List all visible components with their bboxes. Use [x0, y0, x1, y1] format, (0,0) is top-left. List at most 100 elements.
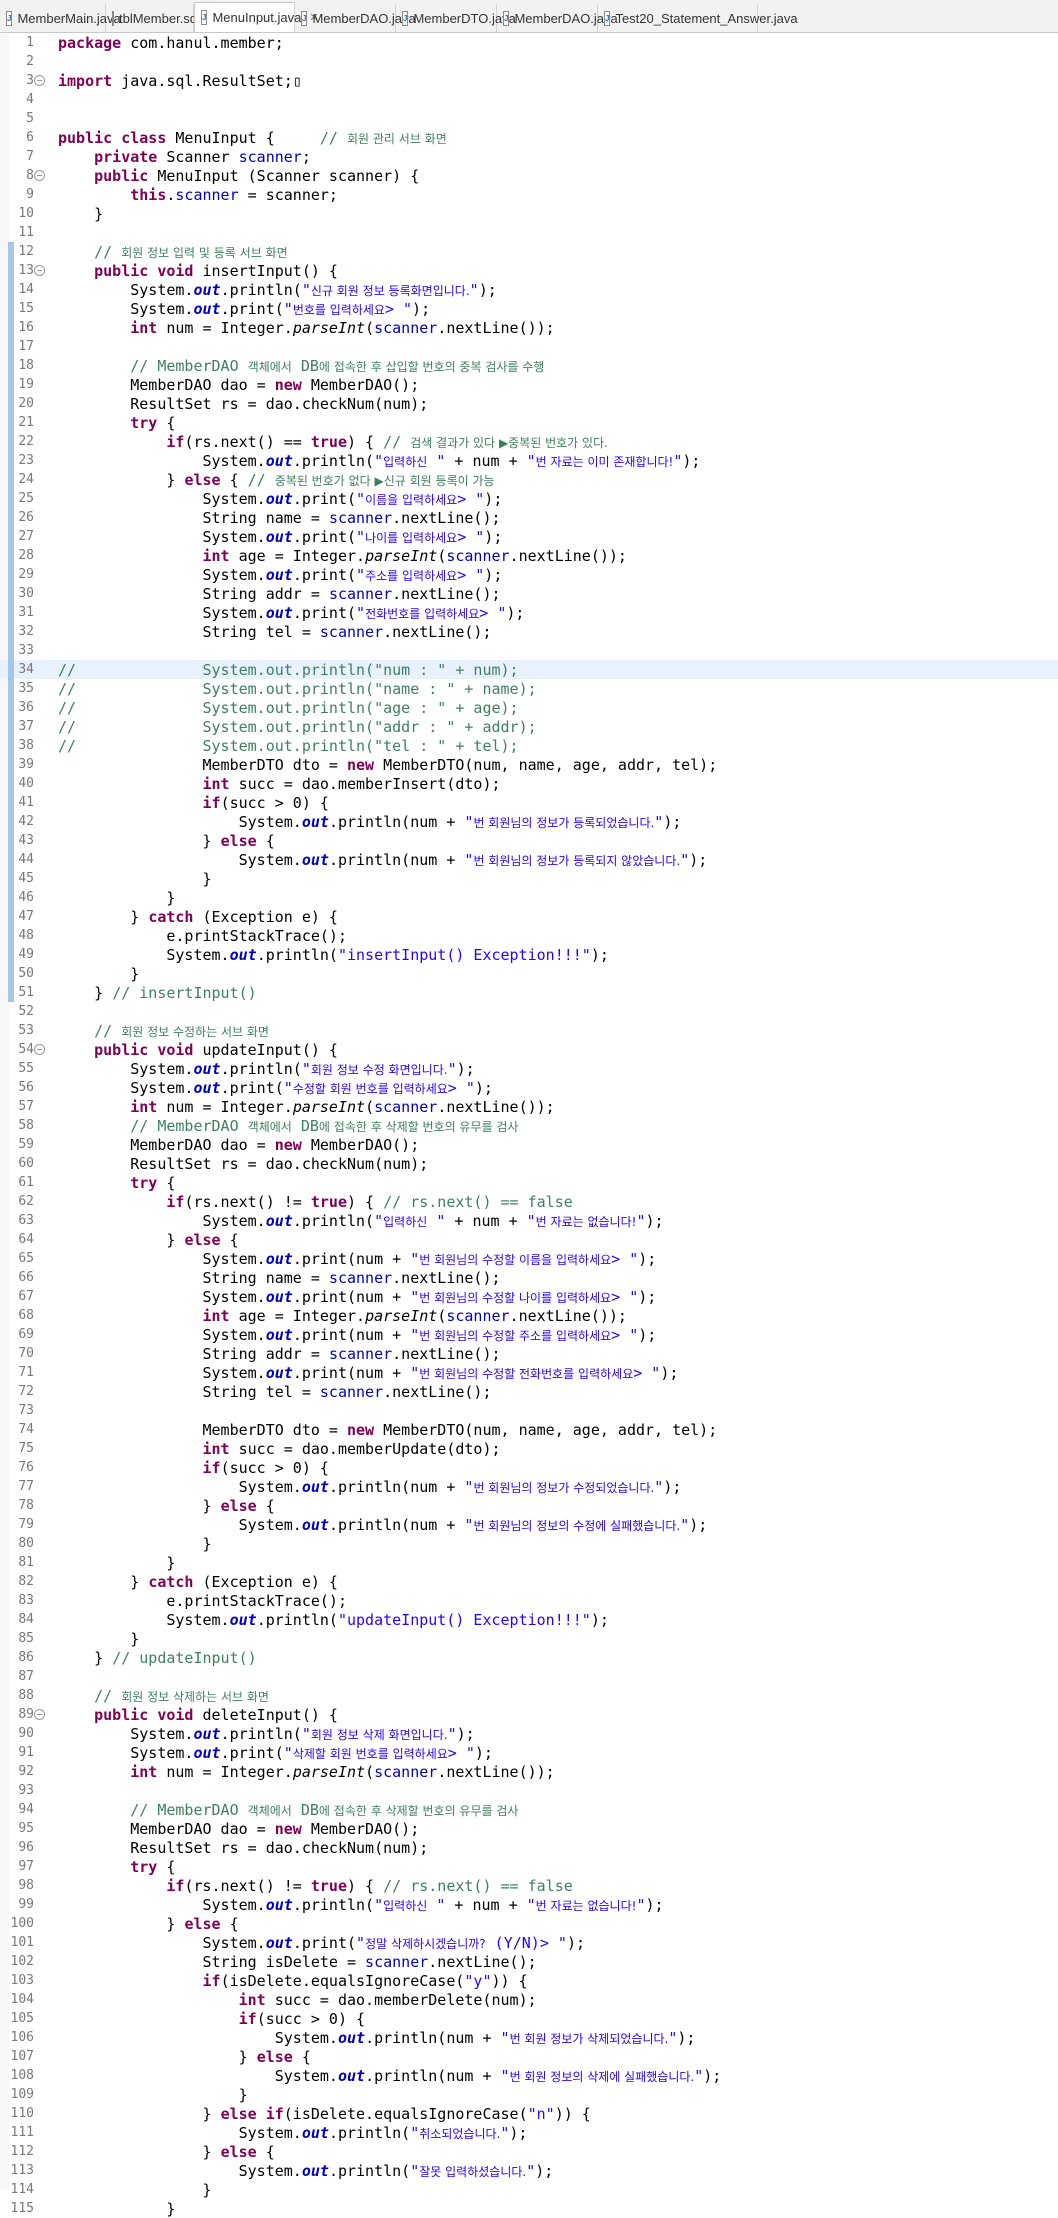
code-line[interactable]: 1 package com.hanul.member; — [0, 33, 1058, 52]
editor-tab[interactable]: J MenuInput.java ✕ — [194, 2, 319, 32]
code-line[interactable]: 69 System.out.print(num + "번 회원님의 수정할 주소… — [0, 1325, 1058, 1344]
code-line[interactable]: 81 } — [0, 1553, 1058, 1572]
code-line[interactable]: 44 System.out.println(num + "번 회원님의 정보가 … — [0, 850, 1058, 869]
code-line[interactable]: 3− import java.sql.ResultSet;▯ — [0, 71, 1058, 90]
code-line[interactable]: 37 // System.out.println("addr : " + addr… — [0, 717, 1058, 736]
code-line[interactable]: 70 String addr = scanner.nextLine(); — [0, 1344, 1058, 1363]
code-line[interactable]: 34 // System.out.println("num : " + num); — [0, 660, 1058, 679]
code-line[interactable]: 104 int succ = dao.memberDelete(num); — [0, 1990, 1058, 2009]
code-line[interactable]: 11 — [0, 223, 1058, 242]
code-line[interactable]: 96 ResultSet rs = dao.checkNum(num); — [0, 1838, 1058, 1857]
code-line[interactable]: 61 try { — [0, 1173, 1058, 1192]
code-line[interactable]: 103 if(isDelete.equalsIgnoreCase("y")) { — [0, 1971, 1058, 1990]
code-line[interactable]: 80 } — [0, 1534, 1058, 1553]
code-line[interactable]: 82 } catch (Exception e) { — [0, 1572, 1058, 1591]
code-line[interactable]: 76 if(succ > 0) { — [0, 1458, 1058, 1477]
code-line[interactable]: 31 System.out.print("전화번호를 입력하세요> "); — [0, 603, 1058, 622]
code-line[interactable]: 52 — [0, 1002, 1058, 1021]
code-line[interactable]: 54− public void updateInput() { — [0, 1040, 1058, 1059]
code-line[interactable]: 48 e.printStackTrace(); — [0, 926, 1058, 945]
code-editor[interactable]: 1 package com.hanul.member; 2 3− import java… — [0, 33, 1058, 2218]
fold-toggle-icon[interactable]: − — [34, 265, 45, 276]
code-line[interactable]: 66 String name = scanner.nextLine(); — [0, 1268, 1058, 1287]
code-line[interactable]: 60 ResultSet rs = dao.checkNum(num); — [0, 1154, 1058, 1173]
code-line[interactable]: 4 — [0, 90, 1058, 109]
fold-toggle-icon[interactable]: − — [34, 170, 45, 181]
code-line[interactable]: 27 System.out.print("나이를 입력하세요> "); — [0, 527, 1058, 546]
code-line[interactable]: 86 } // updateInput() — [0, 1648, 1058, 1667]
code-line[interactable]: 15 System.out.print("번호를 입력하세요> "); — [0, 299, 1058, 318]
code-line[interactable]: 8− public MenuInput (Scanner scanner) { — [0, 166, 1058, 185]
code-line[interactable]: 68 int age = Integer.parseInt(scanner.ne… — [0, 1306, 1058, 1325]
code-line[interactable]: 89− public void deleteInput() { — [0, 1705, 1058, 1724]
code-line[interactable]: 2 — [0, 52, 1058, 71]
code-line[interactable]: 71 System.out.print(num + "번 회원님의 수정할 전화… — [0, 1363, 1058, 1382]
editor-tab[interactable]: tblMember.sql — [106, 4, 200, 32]
code-line[interactable]: 16 int num = Integer.parseInt(scanner.ne… — [0, 318, 1058, 337]
code-line[interactable]: 101 System.out.print("정말 삭제하시겠습니까? (Y/N)… — [0, 1933, 1058, 1952]
code-line[interactable]: 17 — [0, 337, 1058, 356]
code-line[interactable]: 112 } else { — [0, 2142, 1058, 2161]
code-line[interactable]: 57 int num = Integer.parseInt(scanner.ne… — [0, 1097, 1058, 1116]
code-line[interactable]: 26 String name = scanner.nextLine(); — [0, 508, 1058, 527]
code-line[interactable]: 105 if(succ > 0) { — [0, 2009, 1058, 2028]
code-line[interactable]: 50 } — [0, 964, 1058, 983]
editor-tab[interactable]: J MemberMain.java — [0, 4, 121, 32]
code-line[interactable]: 92 int num = Integer.parseInt(scanner.ne… — [0, 1762, 1058, 1781]
code-line[interactable]: 32 String tel = scanner.nextLine(); — [0, 622, 1058, 641]
code-line[interactable]: 53 // 회원 정보 수정하는 서브 화면 — [0, 1021, 1058, 1040]
code-line[interactable]: 79 System.out.println(num + "번 회원님의 정보의 … — [0, 1515, 1058, 1534]
code-line[interactable]: 64 } else { — [0, 1230, 1058, 1249]
code-line[interactable]: 87 — [0, 1667, 1058, 1686]
code-line[interactable]: 19 MemberDAO dao = new MemberDAO(); — [0, 375, 1058, 394]
code-line[interactable]: 45 } — [0, 869, 1058, 888]
code-line[interactable]: 56 System.out.print("수정할 회원 번호를 입력하세요> "… — [0, 1078, 1058, 1097]
code-line[interactable]: 98 if(rs.next() != true) { // rs.next() … — [0, 1876, 1058, 1895]
code-line[interactable]: 22 if(rs.next() == true) { // 검색 결과가 있다 … — [0, 432, 1058, 451]
code-line[interactable]: 5 — [0, 109, 1058, 128]
code-line[interactable]: 14 System.out.println("신규 회원 정보 등록화면입니다.… — [0, 280, 1058, 299]
code-line[interactable]: 85 } — [0, 1629, 1058, 1648]
code-line[interactable]: 91 System.out.print("삭제할 회원 번호를 입력하세요> "… — [0, 1743, 1058, 1762]
code-line[interactable]: 84 System.out.println("updateInput() Exc… — [0, 1610, 1058, 1629]
fold-toggle-icon[interactable]: − — [34, 1709, 45, 1720]
editor-tab[interactable]: J MemberDAO.java — [295, 4, 416, 32]
code-line[interactable]: 110 } else if(isDelete.equalsIgnoreCase(… — [0, 2104, 1058, 2123]
code-line[interactable]: 43 } else { — [0, 831, 1058, 850]
code-line[interactable]: 35 // System.out.println("name : " + name… — [0, 679, 1058, 698]
code-line[interactable]: 41 if(succ > 0) { — [0, 793, 1058, 812]
code-line[interactable]: 94 // MemberDAO 객체에서 DB에 접속한 후 삭제할 번호의 유… — [0, 1800, 1058, 1819]
code-line[interactable]: 42 System.out.println(num + "번 회원님의 정보가 … — [0, 812, 1058, 831]
code-line[interactable]: 10 } — [0, 204, 1058, 223]
code-line[interactable]: 100 } else { — [0, 1914, 1058, 1933]
code-line[interactable]: 65 System.out.print(num + "번 회원님의 수정할 이름… — [0, 1249, 1058, 1268]
code-line[interactable]: 111 System.out.println("취소되었습니다."); — [0, 2123, 1058, 2142]
code-line[interactable]: 106 System.out.println(num + "번 회원 정보가 삭… — [0, 2028, 1058, 2047]
code-line[interactable]: 13− public void insertInput() { — [0, 261, 1058, 280]
code-line[interactable]: 12 // 회원 정보 입력 및 등록 서브 화면 — [0, 242, 1058, 261]
code-line[interactable]: 9 this.scanner = scanner; — [0, 185, 1058, 204]
code-line[interactable]: 55 System.out.println("회원 정보 수정 화면입니다.")… — [0, 1059, 1058, 1078]
code-line[interactable]: 83 e.printStackTrace(); — [0, 1591, 1058, 1610]
code-line[interactable]: 18 // MemberDAO 객체에서 DB에 접속한 후 삽입할 번호의 중… — [0, 356, 1058, 375]
code-line[interactable]: 78 } else { — [0, 1496, 1058, 1515]
code-line[interactable]: 113 System.out.println("잘못 입력하셨습니다."); — [0, 2161, 1058, 2180]
code-line[interactable]: 40 int succ = dao.memberInsert(dto); — [0, 774, 1058, 793]
code-line[interactable]: 51 } // insertInput() — [0, 983, 1058, 1002]
code-line[interactable]: 20 ResultSet rs = dao.checkNum(num); — [0, 394, 1058, 413]
code-line[interactable]: 59 MemberDAO dao = new MemberDAO(); — [0, 1135, 1058, 1154]
code-line[interactable]: 49 System.out.println("insertInput() Exc… — [0, 945, 1058, 964]
code-line[interactable]: 109 } — [0, 2085, 1058, 2104]
code-line[interactable]: 93 — [0, 1781, 1058, 1800]
code-line[interactable]: 47 } catch (Exception e) { — [0, 907, 1058, 926]
code-line[interactable]: 24 } else { // 중복된 번호가 없다 ▶신규 회원 등록이 가능 — [0, 470, 1058, 489]
code-line[interactable]: 28 int age = Integer.parseInt(scanner.ne… — [0, 546, 1058, 565]
code-line[interactable]: 58 // MemberDAO 객체에서 DB에 접속한 후 삭제할 번호의 유… — [0, 1116, 1058, 1135]
fold-toggle-icon[interactable]: − — [34, 1044, 45, 1055]
code-line[interactable]: 62 if(rs.next() != true) { // rs.next() … — [0, 1192, 1058, 1211]
code-line[interactable]: 36 // System.out.println("age : " + age); — [0, 698, 1058, 717]
code-line[interactable]: 115 } — [0, 2199, 1058, 2218]
code-line[interactable]: 29 System.out.print("주소를 입력하세요> "); — [0, 565, 1058, 584]
code-line[interactable]: 77 System.out.println(num + "번 회원님의 정보가 … — [0, 1477, 1058, 1496]
code-line[interactable]: 90 System.out.println("회원 정보 삭제 화면입니다.")… — [0, 1724, 1058, 1743]
